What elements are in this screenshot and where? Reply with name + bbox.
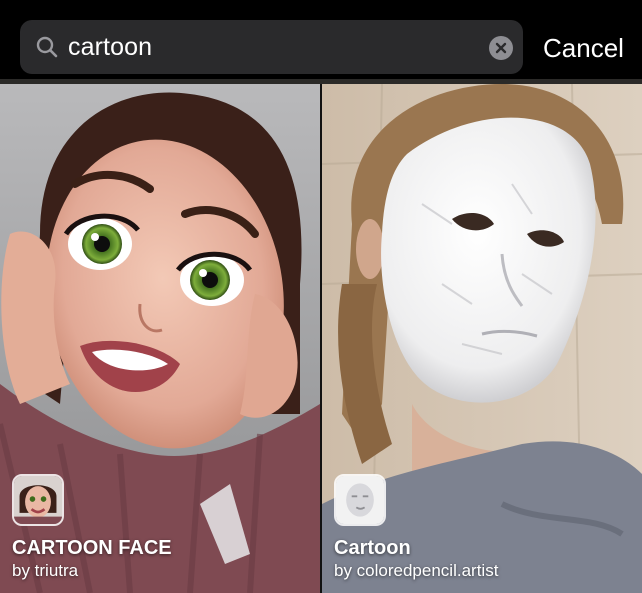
search-icon bbox=[36, 36, 58, 58]
effect-icon-thumbnail bbox=[12, 474, 64, 526]
cancel-button[interactable]: Cancel bbox=[543, 31, 624, 65]
filter-search-screen: cartoon Cancel CARTOON FACE by triutra C… bbox=[0, 0, 642, 593]
search-query-text[interactable]: cartoon bbox=[68, 30, 152, 64]
effect-icon-thumbnail bbox=[334, 474, 386, 526]
effect-author[interactable]: by coloredpencil.artist bbox=[334, 560, 498, 582]
clear-icon[interactable] bbox=[489, 36, 513, 60]
effect-author[interactable]: by triutra bbox=[12, 560, 78, 582]
effect-name: Cartoon bbox=[334, 537, 411, 559]
effect-result-cartoon-face[interactable]: CARTOON FACE by triutra bbox=[0, 84, 320, 593]
effect-result-cartoon[interactable]: Cartoon by coloredpencil.artist bbox=[322, 84, 642, 593]
search-header: cartoon Cancel bbox=[0, 0, 642, 82]
effect-name: CARTOON FACE bbox=[12, 537, 172, 559]
